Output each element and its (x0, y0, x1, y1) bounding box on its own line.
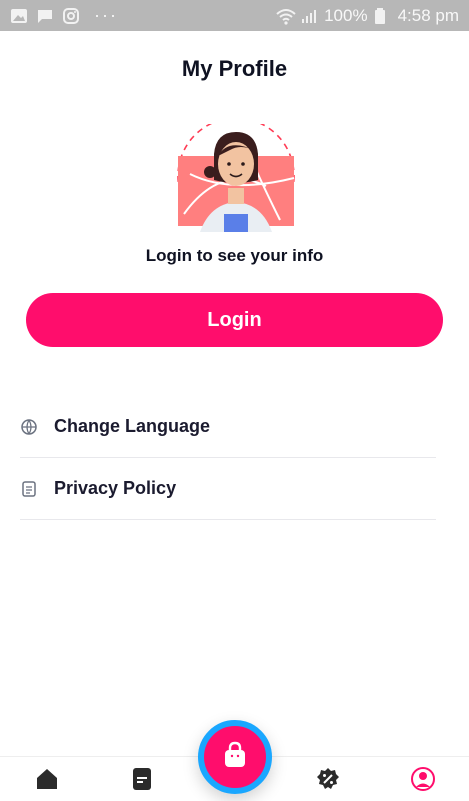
status-right: 100% 4:58 pm (276, 6, 459, 26)
battery-icon (374, 7, 392, 25)
message-icon (36, 7, 54, 25)
profile-icon (410, 766, 436, 797)
globe-icon (20, 418, 38, 436)
orders-icon (129, 766, 155, 797)
document-icon (20, 480, 38, 498)
battery-percent: 100% (324, 5, 368, 25)
shopping-bag-fab[interactable] (198, 720, 272, 794)
instagram-icon (62, 7, 80, 25)
nav-home[interactable] (33, 767, 61, 795)
signal-icon (300, 7, 318, 25)
page-title: My Profile (181, 56, 288, 81)
status-left: ··· (10, 5, 118, 26)
nav-profile[interactable] (409, 766, 437, 797)
menu-item-privacy-policy[interactable]: Privacy Policy (20, 458, 436, 520)
home-icon (34, 766, 60, 797)
offers-icon (315, 766, 341, 797)
more-notifications: ··· (94, 5, 118, 25)
menu-item-change-language[interactable]: Change Language (20, 396, 436, 458)
login-prompt: Login to see your info (145, 246, 324, 265)
clock: 4:58 pm (397, 5, 459, 25)
wifi-icon (276, 7, 296, 25)
nav-offers[interactable] (314, 767, 342, 795)
settings-list: Change Language Privacy Policy (20, 396, 436, 520)
image-icon (10, 7, 28, 25)
menu-item-label: Change Language (54, 416, 211, 436)
shopping-bag-icon (220, 740, 250, 775)
nav-orders[interactable] (128, 767, 156, 795)
status-bar: ··· 100% 4:58 pm (0, 0, 469, 31)
menu-item-label: Privacy Policy (54, 478, 177, 498)
login-button[interactable]: Login (26, 293, 443, 347)
avatar (170, 117, 302, 235)
